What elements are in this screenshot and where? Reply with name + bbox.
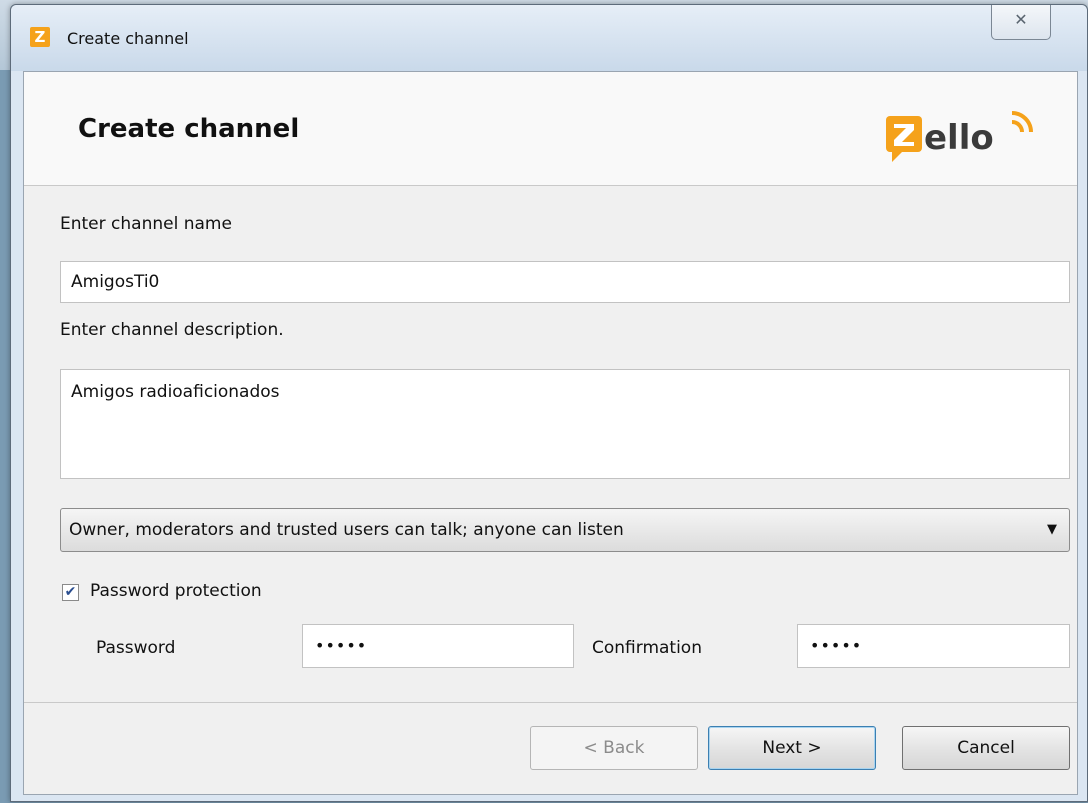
header-panel: Create channel ello: [24, 72, 1077, 186]
dialog-body: Create channel ello Enter channel name A…: [23, 71, 1078, 795]
window-title: Create channel: [67, 29, 189, 48]
confirmation-input[interactable]: •••••: [797, 624, 1070, 668]
logo-wordmark: ello: [924, 118, 994, 158]
title-bar[interactable]: Z Create channel ✕: [11, 5, 1087, 71]
channel-name-input[interactable]: AmigosTi0: [60, 261, 1070, 303]
create-channel-dialog: Z Create channel ✕ Create channel ello E…: [10, 4, 1088, 802]
zello-logo: ello: [886, 111, 1033, 162]
close-button[interactable]: ✕: [991, 5, 1051, 40]
logo-signal-icon: [1011, 120, 1024, 133]
page-title: Create channel: [78, 114, 300, 144]
password-protection-checkbox[interactable]: ✔: [62, 584, 79, 601]
channel-description-label: Enter channel description.: [60, 320, 284, 340]
confirmation-label: Confirmation: [592, 638, 702, 658]
logo-speech-tail: [892, 152, 902, 162]
footer-divider: [24, 702, 1077, 703]
next-button[interactable]: Next >: [708, 726, 876, 770]
password-protection-label[interactable]: Password protection: [90, 581, 262, 601]
channel-name-label: Enter channel name: [60, 214, 232, 234]
password-label: Password: [96, 638, 176, 658]
cancel-button[interactable]: Cancel: [902, 726, 1070, 770]
chevron-down-icon: ▼: [1047, 522, 1057, 537]
permissions-selected-value: Owner, moderators and trusted users can …: [69, 520, 624, 540]
password-input[interactable]: •••••: [302, 624, 574, 668]
permissions-dropdown[interactable]: Owner, moderators and trusted users can …: [60, 508, 1070, 552]
zello-app-icon: Z: [30, 27, 50, 47]
back-button[interactable]: < Back: [530, 726, 698, 770]
channel-description-textarea[interactable]: Amigos radioaficionados: [60, 369, 1070, 479]
